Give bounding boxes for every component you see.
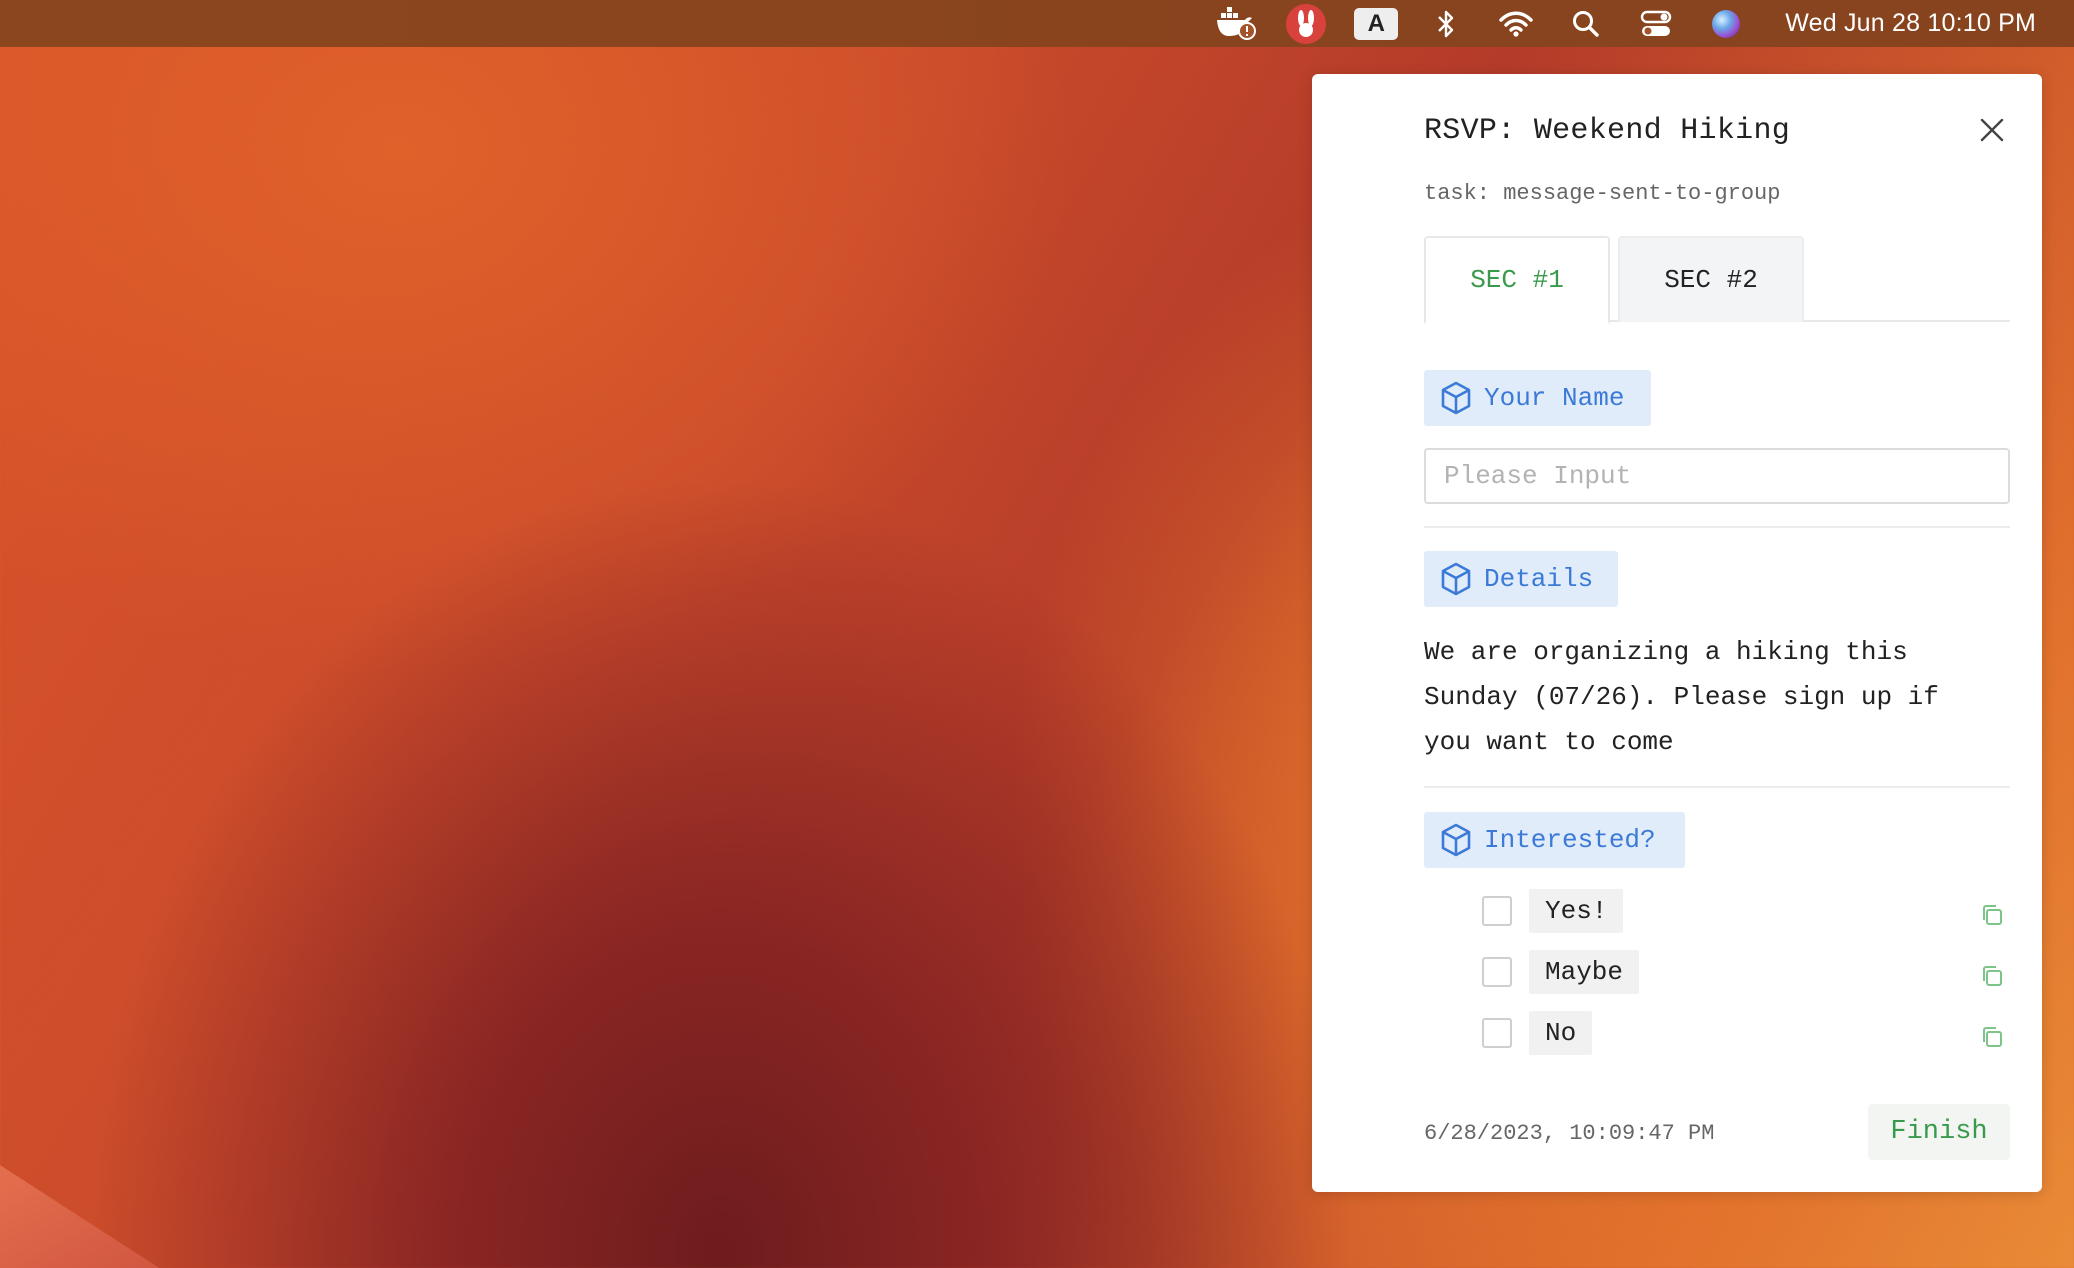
- rabbit-app-icon[interactable]: [1271, 0, 1341, 47]
- bluetooth-icon[interactable]: [1411, 0, 1481, 47]
- tab-sec-2[interactable]: SEC #2: [1618, 236, 1804, 322]
- copy-icon[interactable]: [1980, 1025, 2004, 1049]
- option-no-label[interactable]: No: [1529, 1011, 1593, 1055]
- option-yes-checkbox[interactable]: [1482, 896, 1512, 926]
- cube-icon: [1441, 562, 1471, 596]
- details-text: We are organizing a hiking this Sunday (…: [1424, 637, 1939, 757]
- spotlight-search-icon[interactable]: [1551, 0, 1621, 47]
- rsvp-panel: RSVP: Weekend Hiking task: message-sent-…: [1312, 74, 2042, 1192]
- task-label: task: message-sent-to-group: [1424, 181, 1781, 206]
- menu-bar: A Wed Jun 28 10:10 PM: [0, 0, 2074, 47]
- cube-icon: [1441, 381, 1471, 415]
- option-yes-label[interactable]: Yes!: [1529, 889, 1624, 933]
- option-yes: Yes!: [1482, 889, 2022, 933]
- panel-title: RSVP: Weekend Hiking: [1424, 114, 1791, 148]
- details-label: Details: [1484, 564, 1594, 594]
- copy-icon[interactable]: [1980, 964, 2004, 988]
- interested-tag: Interested?: [1424, 812, 1685, 868]
- docker-alert-icon[interactable]: [1201, 0, 1271, 47]
- control-center-icon[interactable]: [1621, 0, 1691, 47]
- finish-button[interactable]: Finish: [1868, 1104, 2010, 1160]
- copy-icon[interactable]: [1980, 903, 2004, 927]
- option-maybe: Maybe: [1482, 950, 2022, 994]
- tab-sec-1[interactable]: SEC #1: [1424, 236, 1610, 324]
- option-no-checkbox[interactable]: [1482, 1018, 1512, 1048]
- interested-label: Interested?: [1484, 825, 1656, 855]
- close-icon: [1980, 118, 2004, 142]
- option-maybe-label[interactable]: Maybe: [1529, 950, 1640, 994]
- cube-icon: [1441, 823, 1471, 857]
- option-no: No: [1482, 1011, 2022, 1055]
- your-name-tag: Your Name: [1424, 370, 1651, 426]
- your-name-label: Your Name: [1484, 383, 1625, 413]
- name-input[interactable]: [1424, 448, 2010, 504]
- wifi-icon[interactable]: [1481, 0, 1551, 47]
- section-tabs: SEC #1 SEC #2: [1424, 236, 2010, 324]
- input-source-icon[interactable]: A: [1341, 0, 1411, 47]
- divider: [1424, 526, 2010, 528]
- option-maybe-checkbox[interactable]: [1482, 957, 1512, 987]
- siri-icon[interactable]: [1691, 0, 1761, 47]
- wallpaper-shape: [0, 1165, 170, 1268]
- divider: [1424, 786, 2010, 788]
- close-button[interactable]: [1972, 110, 2012, 150]
- menu-bar-clock[interactable]: Wed Jun 28 10:10 PM: [1785, 9, 2036, 38]
- details-tag: Details: [1424, 551, 1618, 607]
- timestamp: 6/28/2023, 10:09:47 PM: [1424, 1121, 1715, 1146]
